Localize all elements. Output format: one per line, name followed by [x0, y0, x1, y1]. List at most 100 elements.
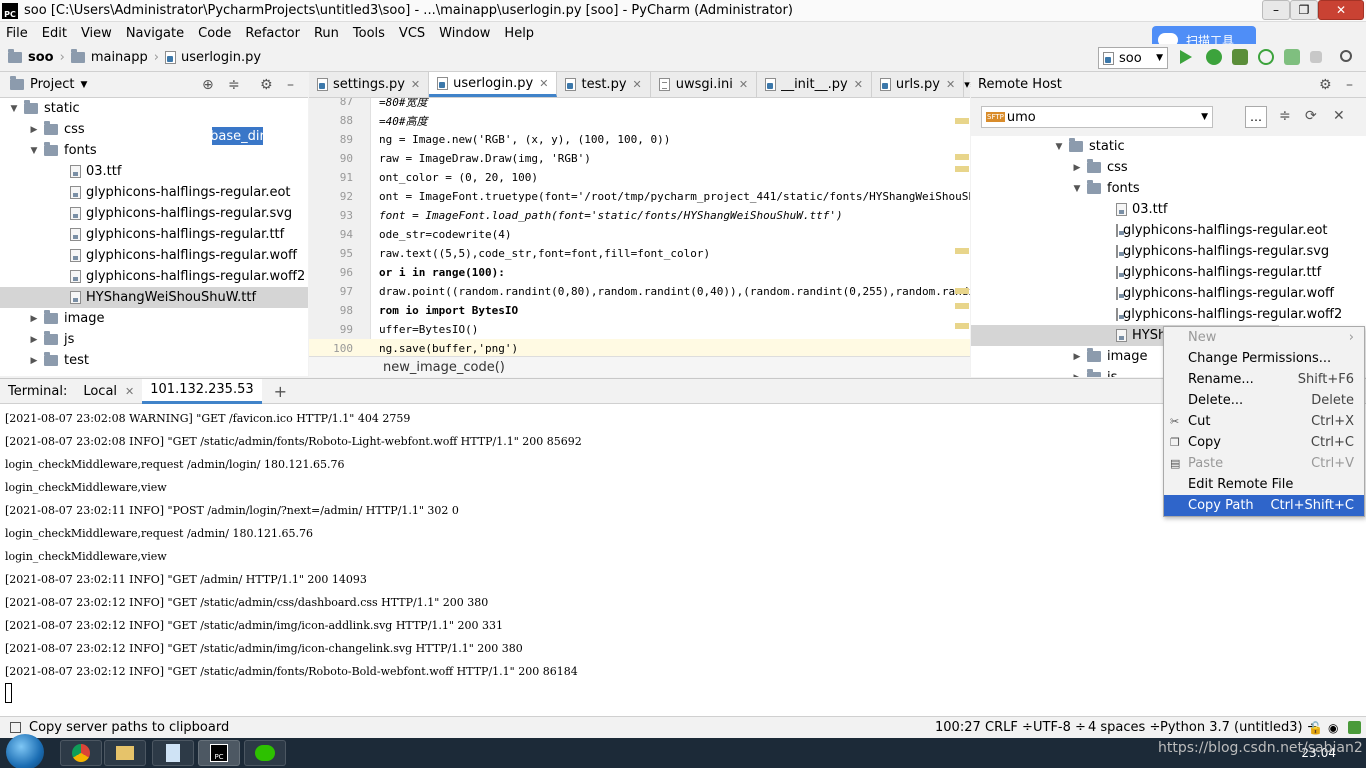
- menu-view[interactable]: View: [81, 26, 112, 41]
- marker[interactable]: [955, 303, 969, 309]
- menu-item-copy-path[interactable]: Copy Path Ctrl+Shift+C: [1164, 495, 1364, 516]
- tab-terminal-remote[interactable]: 101.132.235.53: [142, 378, 262, 404]
- lock-icon[interactable]: 🔓: [1308, 721, 1323, 735]
- menu-edit[interactable]: Edit: [42, 26, 67, 41]
- tree-item[interactable]: ▶ js: [0, 329, 308, 350]
- project-panel-title[interactable]: Project: [30, 77, 74, 92]
- marker[interactable]: [955, 288, 969, 294]
- marker[interactable]: [955, 166, 969, 172]
- remote-tree-item[interactable]: ▶ css: [971, 157, 1279, 178]
- caret-position[interactable]: 100:27: [935, 720, 981, 735]
- chevron-right-icon[interactable]: ▶: [28, 356, 40, 366]
- gear-icon[interactable]: ⚙: [1319, 77, 1332, 93]
- tab-userlogin-py[interactable]: userlogin.py ✕: [429, 72, 558, 97]
- start-button[interactable]: [6, 734, 44, 768]
- crumb-folder[interactable]: mainapp: [91, 50, 148, 65]
- chevron-right-icon[interactable]: ▶: [1071, 163, 1083, 173]
- chevron-down-icon[interactable]: ▼: [8, 104, 20, 114]
- concurrency-icon[interactable]: [1284, 49, 1300, 65]
- taskbar-pycharm-icon[interactable]: PC: [198, 740, 240, 766]
- line-separator[interactable]: CRLF ÷: [985, 720, 1033, 735]
- taskbar-notepad-icon[interactable]: [152, 740, 194, 766]
- tree-item[interactable]: ▶ image: [0, 308, 308, 329]
- marker[interactable]: [955, 248, 969, 254]
- close-tab-icon[interactable]: ✕: [739, 78, 748, 91]
- file-encoding[interactable]: UTF-8 ÷: [1033, 720, 1086, 735]
- menu-item-rename[interactable]: Rename... Shift+F6: [1164, 369, 1364, 390]
- menu-help[interactable]: Help: [504, 26, 534, 41]
- menu-item-edit-remote-file[interactable]: Edit Remote File: [1164, 474, 1364, 495]
- hide-icon[interactable]: –: [287, 77, 294, 93]
- run-icon[interactable]: [1180, 50, 1192, 64]
- browse-button[interactable]: …: [1245, 106, 1267, 128]
- refresh-icon[interactable]: ⟳: [1305, 108, 1317, 124]
- chevron-right-icon[interactable]: ▶: [28, 314, 40, 324]
- tree-item[interactable]: ▶ test: [0, 350, 308, 371]
- collapse-all-icon[interactable]: ≑: [228, 77, 240, 93]
- hide-icon[interactable]: –: [1346, 77, 1353, 93]
- taskbar-wechat-icon[interactable]: [244, 740, 286, 766]
- stop-icon[interactable]: [1310, 51, 1322, 63]
- chevron-down-icon[interactable]: ▼: [1071, 184, 1083, 194]
- tree-item[interactable]: ▼ static: [0, 98, 308, 119]
- tab-settings-py[interactable]: settings.py ✕: [309, 72, 430, 97]
- chevron-right-icon[interactable]: ▶: [28, 335, 40, 345]
- menu-item-delete[interactable]: Delete... Delete: [1164, 390, 1364, 411]
- menu-code[interactable]: Code: [198, 26, 231, 41]
- close-tab-icon[interactable]: ✕: [854, 78, 863, 91]
- profile-icon[interactable]: [1258, 49, 1274, 65]
- new-terminal-icon[interactable]: +: [274, 382, 287, 401]
- tab-terminal-local[interactable]: Local ✕: [75, 379, 142, 404]
- menu-vcs[interactable]: VCS: [399, 26, 425, 41]
- menu-item-cut[interactable]: ✂ Cut Ctrl+X: [1164, 411, 1364, 432]
- tree-item[interactable]: 03.ttf: [0, 161, 308, 182]
- menu-item-change-permissions[interactable]: Change Permissions...: [1164, 348, 1364, 369]
- gear-icon[interactable]: ⚙: [260, 77, 273, 93]
- menu-item-copy[interactable]: ❐ Copy Ctrl+C: [1164, 432, 1364, 453]
- remote-tree-item[interactable]: glyphicons-halflings-regular.woff: [971, 283, 1334, 304]
- chevron-right-icon[interactable]: ▶: [28, 125, 40, 135]
- remote-tree-item[interactable]: glyphicons-halflings-regular.svg: [971, 241, 1329, 262]
- menu-tools[interactable]: Tools: [353, 26, 385, 41]
- search-icon[interactable]: [1340, 50, 1352, 62]
- toggle-tool-windows-icon[interactable]: [10, 722, 21, 733]
- editor-breadcrumb[interactable]: new_image_code(): [309, 356, 970, 377]
- coverage-icon[interactable]: [1232, 49, 1248, 65]
- terminal-output[interactable]: [2021-08-07 23:02:08 WARNING] "GET /favi…: [0, 404, 1366, 716]
- tree-item[interactable]: glyphicons-halflings-regular.ttf: [0, 224, 308, 245]
- marker[interactable]: [955, 154, 969, 160]
- chevron-right-icon[interactable]: ▶: [1071, 373, 1083, 378]
- collapse-all-icon[interactable]: ≑: [1279, 108, 1291, 124]
- close-tab-icon[interactable]: ✕: [411, 78, 420, 91]
- tree-item[interactable]: glyphicons-halflings-regular.woff: [0, 245, 308, 266]
- remote-tree-item[interactable]: 03.ttf: [971, 199, 1279, 220]
- chevron-down-icon[interactable]: ▼: [28, 146, 40, 156]
- tree-item[interactable]: glyphicons-halflings-regular.eot: [0, 182, 308, 203]
- marker[interactable]: [955, 323, 969, 329]
- menu-refactor[interactable]: Refactor: [245, 26, 300, 41]
- menu-file[interactable]: File: [6, 26, 28, 41]
- menu-run[interactable]: Run: [314, 26, 339, 41]
- run-configuration-select[interactable]: soo ▼: [1098, 47, 1168, 69]
- tree-item[interactable]: glyphicons-halflings-regular.svg: [0, 203, 308, 224]
- taskbar-chrome-icon[interactable]: [60, 740, 102, 766]
- debug-icon[interactable]: [1206, 49, 1222, 65]
- remote-tree-item[interactable]: glyphicons-halflings-regular.eot: [971, 220, 1328, 241]
- close-tab-icon[interactable]: ✕: [946, 78, 955, 91]
- remote-tree-item[interactable]: ▼ fonts: [971, 178, 1279, 199]
- marker[interactable]: [955, 118, 969, 124]
- tab-test-py[interactable]: test.py ✕: [557, 72, 651, 97]
- maximize-button[interactable]: ❐: [1290, 0, 1318, 20]
- editor-error-stripe[interactable]: [955, 118, 969, 356]
- tab-uwsgi-ini[interactable]: uwsgi.ini ✕: [651, 72, 758, 97]
- interpreter-select[interactable]: Python 3.7 (untitled3) ÷: [1160, 720, 1318, 735]
- close-tab-icon[interactable]: ✕: [125, 385, 134, 398]
- close-tab-icon[interactable]: ✕: [539, 77, 548, 90]
- close-icon[interactable]: ✕: [1333, 108, 1345, 124]
- tab-init-py[interactable]: __init__.py ✕: [757, 72, 872, 97]
- menu-item-new[interactable]: New ›: [1164, 327, 1364, 348]
- locate-icon[interactable]: ⊕: [202, 77, 214, 93]
- crumb-file[interactable]: userlogin.py: [181, 50, 261, 65]
- menu-item-paste[interactable]: ▤ Paste Ctrl+V: [1164, 453, 1364, 474]
- chevron-down-icon[interactable]: ▼: [1053, 142, 1065, 152]
